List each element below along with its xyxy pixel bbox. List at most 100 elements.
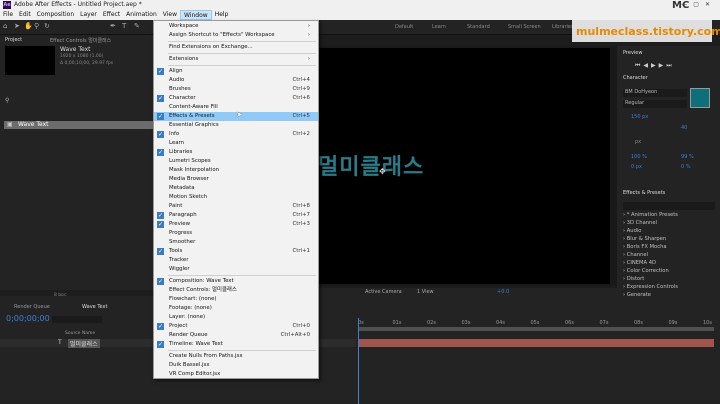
horizontal-scale-value[interactable]: 99 %: [681, 154, 694, 160]
menu-composition[interactable]: Composition: [34, 10, 77, 20]
vertical-scale-value[interactable]: 100 %: [631, 154, 647, 160]
window-menu-item-timeline-wave-text[interactable]: ✓ Timeline: Wave Text: [154, 340, 318, 349]
window-menu-item-tracker[interactable]: Tracker: [154, 256, 318, 265]
exposure-value[interactable]: +0.0: [497, 289, 509, 295]
menu-layer[interactable]: Layer: [77, 10, 100, 20]
effects-category-item[interactable]: › CINEMA 4D: [623, 259, 718, 267]
zoom-tool-icon[interactable]: ⚲: [34, 23, 41, 30]
stroke-unit[interactable]: px: [635, 139, 641, 145]
menu-file[interactable]: File: [0, 10, 16, 20]
window-menu-item-progress[interactable]: Progress: [154, 229, 318, 238]
composition-text[interactable]: 멀미클래스: [318, 149, 424, 181]
window-menu-item-metadata[interactable]: Metadata: [154, 184, 318, 193]
window-menu-item-layer-none[interactable]: Layer: (none): [154, 313, 318, 322]
menu-effect[interactable]: Effect: [100, 10, 123, 20]
playback-controls[interactable]: ⏮◀▶▶⏭: [635, 62, 675, 70]
window-menu-item-audio[interactable]: Audio Ctrl+4: [154, 76, 318, 85]
window-menu-item-align[interactable]: ✓ Align: [154, 67, 318, 76]
window-menu-item-preview[interactable]: ✓ Preview Ctrl+3: [154, 220, 318, 229]
window-menu-item-paragraph[interactable]: ✓ Paragraph Ctrl+7: [154, 211, 318, 220]
window-menu-item-paint[interactable]: Paint Ctrl+8: [154, 202, 318, 211]
menu-edit[interactable]: Edit: [16, 10, 34, 20]
window-menu-item-mask-interpolation[interactable]: Mask Interpolation: [154, 166, 318, 175]
effects-category-item[interactable]: › 3D Channel: [623, 219, 718, 227]
font-style-dropdown[interactable]: Regular: [623, 100, 687, 108]
window-menu-item-create-nulls-from-paths-jsx[interactable]: Create Nulls From Paths.jsx: [154, 352, 318, 361]
effects-category-item[interactable]: › Channel: [623, 251, 718, 259]
window-menu-item-character[interactable]: ✓ Character Ctrl+6: [154, 94, 318, 103]
window-menu-item-flowchart-none[interactable]: Flowchart: (none): [154, 295, 318, 304]
window-menu-item-tools[interactable]: ✓ Tools Ctrl+1: [154, 247, 318, 256]
current-time-indicator[interactable]: [358, 318, 359, 404]
rotate-tool-icon[interactable]: ↻: [44, 23, 51, 30]
menu-animation[interactable]: Animation: [123, 10, 160, 20]
effects-category-item[interactable]: › Distort: [623, 275, 718, 283]
window-menu-item-motion-sketch[interactable]: Motion Sketch: [154, 193, 318, 202]
project-search-icon[interactable]: ⚲: [5, 97, 9, 104]
font-size-value[interactable]: 150 px: [631, 114, 648, 120]
time-ruler[interactable]: 0s 02s 04s 06s 08s 10s 01s 03s 05s 07s 09s: [358, 314, 714, 326]
tab-project[interactable]: Project: [5, 37, 22, 43]
project-item-row[interactable]: ▣ Wave Text: [4, 121, 153, 129]
pen-tool-icon[interactable]: ✒: [110, 23, 117, 30]
active-camera-dropdown[interactable]: Active Camera: [365, 289, 402, 295]
window-menu-item-media-browser[interactable]: Media Browser: [154, 175, 318, 184]
window-menu-item-essential-graphics[interactable]: Essential Graphics: [154, 121, 318, 130]
window-menu-item-effect-controls[interactable]: Effect Controls: 멀미클래스: [154, 286, 318, 295]
menu-view[interactable]: View: [160, 10, 180, 20]
baseline-shift-value[interactable]: 0 px: [631, 164, 642, 170]
selection-tool-icon[interactable]: ➤: [14, 23, 21, 30]
window-menu-item-footage-none[interactable]: Footage: (none): [154, 304, 318, 313]
tab-timeline-comp[interactable]: Wave Text: [82, 304, 107, 310]
window-menu-item-workspace[interactable]: Workspace ›: [154, 22, 318, 31]
window-menu-item-extensions[interactable]: Extensions ›: [154, 55, 318, 64]
window-menu-item-project[interactable]: ✓ Project Ctrl+0: [154, 322, 318, 331]
layer-duration-bar[interactable]: [358, 339, 714, 347]
tracking-value[interactable]: 40: [681, 125, 687, 131]
window-menu-item-wiggler[interactable]: Wiggler: [154, 265, 318, 274]
effects-category-item[interactable]: › Boris FX Mocha: [623, 243, 718, 251]
window-menu-item-assign-shortcut-to-effects-workspace[interactable]: Assign Shortcut to "Effects" Workspace ›: [154, 31, 318, 40]
tsume-value[interactable]: 0 %: [681, 164, 691, 170]
workspace-learn[interactable]: Learn: [432, 24, 446, 30]
window-menu-item-lumetri-scopes[interactable]: Lumetri Scopes: [154, 157, 318, 166]
effects-category-item[interactable]: › Blur & Sharpen: [623, 235, 718, 243]
type-tool-icon[interactable]: T: [122, 23, 129, 30]
menu-window[interactable]: Window: [180, 10, 212, 20]
window-menu-item-render-queue[interactable]: Render Queue Ctrl+Alt+0: [154, 331, 318, 340]
tab-render-queue[interactable]: Render Queue: [14, 304, 50, 310]
font-family-dropdown[interactable]: BM DoHyeon: [623, 89, 687, 97]
workspace-standard[interactable]: Standard: [467, 24, 490, 30]
tab-effect-controls[interactable]: Effect Controls 멀미클래스: [50, 37, 111, 44]
workspace-default[interactable]: Default: [395, 24, 413, 30]
hand-tool-icon[interactable]: ✋: [24, 23, 33, 30]
window-menu-item-composition-wave-text[interactable]: ✓ Composition: Wave Text: [154, 277, 318, 286]
brush-tool-icon[interactable]: ✎: [134, 23, 141, 30]
timeline-search-input[interactable]: [52, 316, 102, 323]
effects-search-input[interactable]: [623, 202, 715, 210]
anchor-point-icon[interactable]: ✥: [379, 167, 386, 176]
window-menu-item-duik-bassel-jsx[interactable]: Duik Bassel.jsx: [154, 361, 318, 370]
effects-category-item[interactable]: › * Animation Presets: [623, 211, 718, 219]
home-icon[interactable]: ⌂: [3, 23, 10, 30]
preview-panel-title[interactable]: Preview: [623, 50, 642, 56]
window-menu-item-vr-comp-editor-jsx[interactable]: VR Comp Editor.jsx: [154, 370, 318, 379]
window-menu-item-info[interactable]: ✓ Info Ctrl+2: [154, 130, 318, 139]
work-area-bar[interactable]: [358, 327, 714, 331]
workspace-small-screen[interactable]: Small Screen: [508, 24, 541, 30]
window-menu-item-learn[interactable]: Learn: [154, 139, 318, 148]
window-menu-item-libraries[interactable]: ✓ Libraries: [154, 148, 318, 157]
effects-category-item[interactable]: › Color Correction: [623, 267, 718, 275]
workspace-libraries[interactable]: Libraries: [552, 24, 574, 30]
effects-presets-panel-title[interactable]: Effects & Presets: [623, 190, 665, 196]
effects-category-item[interactable]: › Expression Controls: [623, 283, 718, 291]
character-panel-title[interactable]: Character: [623, 75, 648, 81]
window-menu-item-brushes[interactable]: Brushes Ctrl+9: [154, 85, 318, 94]
window-menu-item-smoother[interactable]: Smoother: [154, 238, 318, 247]
view-count-dropdown[interactable]: 1 View: [417, 289, 434, 295]
current-time-display[interactable]: 0;00;00;00: [6, 314, 50, 323]
effects-category-item[interactable]: › Audio: [623, 227, 718, 235]
fill-color-swatch[interactable]: [690, 88, 710, 108]
menu-help[interactable]: Help: [212, 10, 232, 20]
window-menu-item-find-extensions-on-exchange[interactable]: Find Extensions on Exchange...: [154, 43, 318, 52]
